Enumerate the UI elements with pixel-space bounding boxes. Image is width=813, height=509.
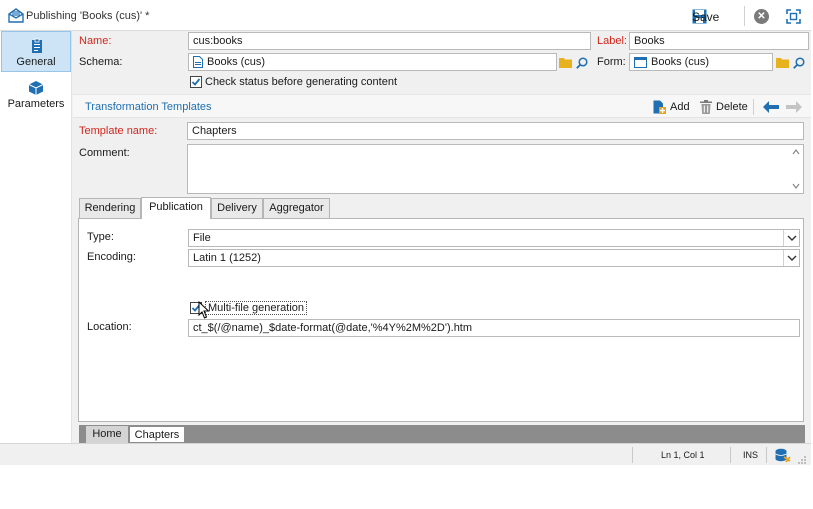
clipboard-icon <box>32 38 42 53</box>
check-status-label: Check status before generating content <box>205 76 398 88</box>
database-sync-icon[interactable] <box>775 448 791 463</box>
arrow-right-icon[interactable] <box>786 101 802 113</box>
window-title: Publishing 'Books (cus)' * <box>26 10 150 22</box>
left-nav: General Parameters <box>0 31 72 443</box>
template-name-label: Template name: <box>79 125 158 137</box>
tab-delivery[interactable]: Delivery <box>211 198 263 218</box>
resize-grip-icon[interactable] <box>798 456 807 465</box>
comment-scrollbar[interactable] <box>789 145 803 193</box>
transformation-templates-header: Transformation Templates Add Delete <box>73 94 811 118</box>
chevron-up-icon[interactable] <box>792 148 800 156</box>
status-bar: Ln 1, Col 1 INS <box>0 443 811 465</box>
save-label: Save <box>692 9 720 24</box>
form-label: Form: <box>597 56 626 68</box>
schema-folder-icon[interactable] <box>559 57 572 68</box>
type-value: File <box>193 232 211 244</box>
chevron-down-icon <box>787 255 797 261</box>
comment-label: Comment: <box>79 147 130 159</box>
header-separator <box>753 99 754 115</box>
form-folder-icon[interactable] <box>776 57 789 68</box>
nav-item-parameters[interactable]: Parameters <box>1 74 71 115</box>
delete-label: Delete <box>716 101 748 113</box>
bottom-tab-home[interactable]: Home <box>86 426 128 443</box>
cube-icon <box>28 81 44 95</box>
form-window-icon <box>634 56 647 68</box>
tab-aggregator[interactable]: Aggregator <box>263 198 330 218</box>
cursor-position: Ln 1, Col 1 <box>661 450 705 460</box>
encoding-dropdown-arrow[interactable] <box>783 250 799 266</box>
fullscreen-button[interactable] <box>786 9 801 24</box>
title-bar: Publishing 'Books (cus)' * Save ✕ <box>0 0 811 31</box>
type-label: Type: <box>87 231 114 243</box>
save-button[interactable]: Save <box>692 8 719 25</box>
multifile-label: Multi-file generation <box>205 301 307 315</box>
add-icon <box>653 100 666 114</box>
chevron-down-icon <box>787 235 797 241</box>
mouse-cursor-icon <box>198 301 210 319</box>
name-label: Name: <box>79 35 112 47</box>
status-separator <box>766 447 767 463</box>
name-input[interactable]: cus:books <box>188 32 591 50</box>
publication-panel: Type: File Encoding: Latin 1 (1252) Mult… <box>78 218 804 422</box>
trash-icon <box>700 100 712 114</box>
tab-publication[interactable]: Publication <box>141 197 211 219</box>
encoding-value: Latin 1 (1252) <box>193 252 261 264</box>
add-button[interactable]: Add <box>653 99 690 115</box>
status-separator <box>730 447 731 463</box>
form-input[interactable]: Books (cus) <box>629 53 773 71</box>
main-panel: Name: cus:books Label: Books Schema: Boo… <box>73 31 811 443</box>
check-status-checkbox[interactable] <box>190 76 202 88</box>
bottom-tab-bar <box>79 425 805 443</box>
section-title: Transformation Templates <box>85 101 212 113</box>
add-label: Add <box>670 101 690 113</box>
schema-search-icon[interactable] <box>576 57 588 69</box>
checkmark-icon <box>191 78 201 86</box>
label-input[interactable]: Books <box>629 32 809 50</box>
label-label: Label: <box>597 35 627 47</box>
type-select[interactable]: File <box>188 229 800 247</box>
encoding-select[interactable]: Latin 1 (1252) <box>188 249 800 267</box>
status-separator <box>632 447 633 463</box>
tab-rendering[interactable]: Rendering <box>79 198 141 218</box>
nav-item-general[interactable]: General <box>1 31 71 72</box>
arrow-left-icon[interactable] <box>763 101 779 113</box>
location-input[interactable]: ct_$(/@name)_$date-format(@date,'%4Y%2M%… <box>188 319 800 337</box>
nav-label-general: General <box>16 56 56 68</box>
form-value: Books (cus) <box>651 56 710 68</box>
bottom-tab-chapters[interactable]: Chapters <box>129 426 185 443</box>
schema-doc-icon <box>193 56 203 69</box>
type-dropdown-arrow[interactable] <box>783 230 799 246</box>
close-icon: ✕ <box>757 11 766 22</box>
publishing-icon <box>8 8 24 23</box>
nav-label-parameters: Parameters <box>7 98 65 110</box>
form-search-icon[interactable] <box>793 57 805 69</box>
toolbar-separator <box>744 6 745 26</box>
chevron-down-icon[interactable] <box>792 182 800 190</box>
cancel-button[interactable]: ✕ <box>754 9 769 24</box>
template-name-input[interactable]: Chapters <box>187 122 804 140</box>
delete-button[interactable]: Delete <box>700 99 748 115</box>
location-label: Location: <box>87 321 132 333</box>
publishing-window: Publishing 'Books (cus)' * Save ✕ Genera… <box>0 0 811 465</box>
comment-textarea[interactable] <box>187 144 804 194</box>
schema-value: Books (cus) <box>207 56 266 68</box>
schema-input[interactable]: Books (cus) <box>188 53 557 71</box>
schema-label: Schema: <box>79 56 123 68</box>
encoding-label: Encoding: <box>87 251 136 263</box>
insert-mode: INS <box>743 450 759 460</box>
